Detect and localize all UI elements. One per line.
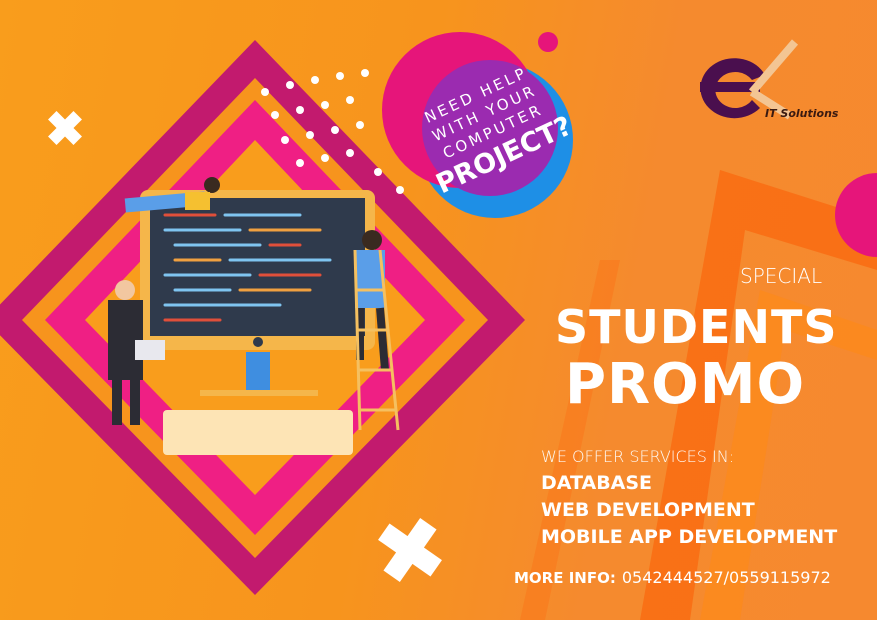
headline-line-2: PROMO bbox=[565, 352, 806, 417]
contact-label: MORE INFO: bbox=[514, 569, 616, 587]
headline-line-1: STUDENTS bbox=[555, 300, 838, 354]
headline-kicker: SPECIAL bbox=[740, 264, 823, 288]
logo-tagline: IT Solutions bbox=[765, 107, 839, 120]
contact-info: MORE INFO: 0542444527/0559115972 bbox=[514, 568, 831, 587]
service-item: DATABASE bbox=[541, 472, 653, 494]
service-item: WEB DEVELOPMENT bbox=[541, 499, 755, 521]
services-intro: WE OFFER SERVICES IN: bbox=[541, 447, 735, 466]
keyboard bbox=[163, 410, 353, 455]
contact-phones: 0542444527/0559115972 bbox=[621, 568, 831, 587]
bubble-text: NEED HELP WITH YOUR COMPUTER PROJECT? bbox=[422, 63, 577, 200]
service-item: MOBILE APP DEVELOPMENT bbox=[541, 526, 838, 548]
monitor-screen bbox=[150, 198, 365, 336]
